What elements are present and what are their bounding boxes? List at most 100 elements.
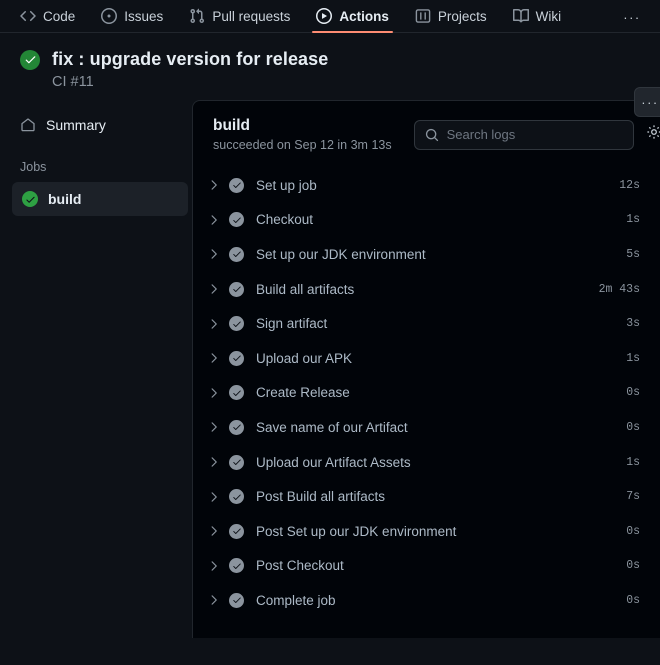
chevron-right-icon[interactable]	[205, 179, 223, 191]
step-name: Upload our APK	[256, 350, 353, 366]
sidebar: Summary Jobs build	[8, 100, 192, 216]
check-circle-fill-icon	[229, 592, 244, 608]
sidebar-job-label: build	[48, 191, 82, 207]
step-name: Sign artifact	[256, 316, 328, 332]
job-log-titles: build succeeded on Sep 12 in 3m 13s	[213, 117, 392, 152]
book-icon	[512, 8, 529, 24]
step-row[interactable]: Save name of our Artifact 0s	[193, 410, 660, 445]
step-row[interactable]: Post Build all artifacts 7s	[193, 479, 660, 514]
search-logs-input[interactable]	[446, 127, 623, 142]
step-duration: 3s	[626, 317, 640, 331]
step-name: Complete job	[256, 592, 336, 608]
job-steps-list: Set up job 12s Checkout 1s Set up our JDK en…	[193, 166, 660, 618]
check-circle-fill-icon	[229, 177, 244, 193]
job-log-header: build succeeded on Sep 12 in 3m 13s	[193, 101, 660, 166]
nav-overflow-button[interactable]: ···	[620, 8, 644, 26]
step-duration: 5s	[626, 247, 640, 261]
chevron-right-icon[interactable]	[205, 594, 223, 606]
nav-item-wiki[interactable]: Wiki	[512, 0, 561, 32]
step-name: Create Release	[256, 385, 350, 401]
check-circle-fill-icon	[229, 212, 244, 228]
step-duration: 1s	[626, 351, 640, 365]
chevron-right-icon[interactable]	[205, 560, 223, 572]
chevron-right-icon[interactable]	[205, 214, 223, 226]
step-name: Post Set up our JDK environment	[256, 523, 457, 539]
check-circle-fill-icon	[229, 385, 244, 401]
issue-opened-icon	[101, 8, 118, 24]
nav-item-projects[interactable]: Projects	[415, 0, 487, 32]
step-duration: 1s	[626, 213, 640, 227]
check-circle-fill-icon	[20, 49, 40, 70]
home-icon	[20, 117, 36, 133]
step-row[interactable]: Post Set up our JDK environment 0s	[193, 514, 660, 549]
chevron-right-icon[interactable]	[205, 456, 223, 468]
step-duration: 0s	[626, 524, 640, 538]
step-duration: 0s	[626, 559, 640, 573]
sidebar-item-summary[interactable]: Summary	[8, 108, 192, 142]
step-row[interactable]: Upload our APK 1s	[193, 341, 660, 376]
chevron-right-icon[interactable]	[205, 283, 223, 295]
log-settings-button[interactable]	[646, 122, 660, 148]
check-circle-fill-icon	[229, 350, 244, 366]
step-duration: 1s	[626, 455, 640, 469]
run-options-button[interactable]: ···	[634, 87, 660, 117]
run-title-row: fix : upgrade version for release	[20, 49, 640, 70]
step-row[interactable]: Create Release 0s	[193, 376, 660, 411]
check-circle-fill-icon	[229, 489, 244, 505]
git-pull-request-icon	[189, 8, 205, 24]
step-row[interactable]: Complete job 0s	[193, 583, 660, 618]
step-name: Save name of our Artifact	[256, 419, 408, 435]
nav-item-label: Projects	[437, 8, 487, 24]
search-logs-box[interactable]	[413, 119, 634, 150]
nav-item-label: Issues	[124, 8, 164, 24]
job-title: build	[213, 117, 251, 134]
chevron-right-icon[interactable]	[205, 352, 223, 364]
chevron-right-icon[interactable]	[205, 318, 223, 330]
sidebar-item-job-build[interactable]: build	[12, 182, 188, 216]
check-circle-fill-icon	[229, 454, 244, 470]
check-circle-fill-icon	[229, 558, 244, 574]
project-icon	[415, 8, 431, 24]
check-circle-fill-icon	[22, 191, 38, 207]
step-row[interactable]: Post Checkout 0s	[193, 549, 660, 584]
job-status-text: succeeded on Sep 12 in 3m 13s	[213, 138, 392, 152]
chevron-right-icon[interactable]	[205, 421, 223, 433]
code-icon	[20, 8, 36, 24]
run-number: CI #11	[52, 74, 94, 90]
step-duration: 12s	[619, 178, 640, 192]
step-name: Post Checkout	[256, 558, 344, 574]
nav-item-code[interactable]: Code	[20, 0, 75, 32]
step-duration: 0s	[626, 386, 640, 400]
step-name: Upload our Artifact Assets	[256, 454, 411, 470]
job-log-panel: build succeeded on Sep 12 in 3m 13s Set …	[192, 100, 660, 638]
step-name: Set up job	[256, 177, 317, 193]
nav-item-actions[interactable]: Actions	[312, 0, 393, 33]
sidebar-section-jobs: Jobs	[20, 160, 47, 174]
step-duration: 7s	[626, 490, 640, 504]
step-row[interactable]: Checkout 1s	[193, 203, 660, 238]
check-circle-fill-icon	[229, 316, 244, 332]
nav-item-label: Actions	[339, 8, 389, 24]
nav-item-label: Pull requests	[212, 8, 291, 24]
nav-item-pull-requests[interactable]: Pull requests	[189, 0, 290, 32]
nav-item-issues[interactable]: Issues	[101, 0, 163, 32]
search-icon	[425, 128, 439, 142]
step-row[interactable]: Sign artifact 3s	[193, 306, 660, 341]
chevron-right-icon[interactable]	[205, 525, 223, 537]
sidebar-item-label: Summary	[46, 117, 106, 133]
step-row[interactable]: Set up our JDK environment 5s	[193, 237, 660, 272]
step-name: Build all artifacts	[256, 281, 355, 297]
nav-item-label: Code	[43, 8, 76, 24]
step-row[interactable]: Upload our Artifact Assets 1s	[193, 445, 660, 480]
run-header: fix : upgrade version for release CI #11…	[0, 33, 660, 117]
check-circle-fill-icon	[229, 246, 244, 262]
check-circle-fill-icon	[229, 419, 244, 435]
step-name: Checkout	[256, 212, 314, 228]
step-name: Post Build all artifacts	[256, 489, 386, 505]
step-duration: 0s	[626, 420, 640, 434]
chevron-right-icon[interactable]	[205, 387, 223, 399]
step-row[interactable]: Set up job 12s	[193, 168, 660, 203]
step-row[interactable]: Build all artifacts 2m 43s	[193, 272, 660, 307]
chevron-right-icon[interactable]	[205, 491, 223, 503]
chevron-right-icon[interactable]	[205, 248, 223, 260]
